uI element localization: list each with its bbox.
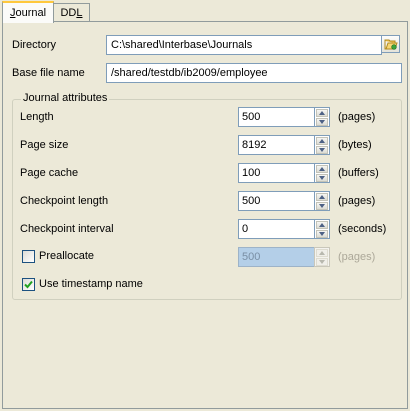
checkpoint-interval-spinner: 0 xyxy=(238,219,330,239)
directory-field[interactable]: C:\shared\Interbase\Journals xyxy=(106,35,382,55)
tab-ddl-label: DDL xyxy=(60,7,83,19)
page-size-label: Page size xyxy=(20,139,69,151)
page-cache-spin-buttons xyxy=(314,163,330,183)
spin-up-button[interactable] xyxy=(316,221,328,229)
arrow-up-icon xyxy=(319,251,325,255)
arrow-down-icon xyxy=(319,260,325,264)
page-size-input[interactable]: 8192 xyxy=(238,135,314,155)
spin-up-button[interactable] xyxy=(316,193,328,201)
arrow-up-icon xyxy=(319,139,325,143)
page-cache-input[interactable]: 100 xyxy=(238,163,314,183)
checkpoint-interval-unit: (seconds) xyxy=(338,223,387,235)
browse-directory-button[interactable] xyxy=(381,35,400,53)
tab-journal[interactable]: Journal xyxy=(2,1,54,23)
spin-down-button[interactable] xyxy=(316,202,328,210)
preallocate-unit: (pages) xyxy=(338,251,376,263)
spin-up-button[interactable] xyxy=(316,109,328,117)
length-unit: (pages) xyxy=(338,111,376,123)
checkpoint-interval-spin-buttons xyxy=(314,219,330,239)
checkmark-icon xyxy=(24,280,33,289)
base-file-name-label: Base file name xyxy=(12,67,85,79)
spin-up-button[interactable] xyxy=(316,137,328,145)
page-size-spin-buttons xyxy=(314,135,330,155)
arrow-down-icon xyxy=(319,148,325,152)
use-timestamp-name-label: Use timestamp name xyxy=(39,278,143,290)
use-timestamp-name-checkbox[interactable] xyxy=(22,278,35,291)
arrow-up-icon xyxy=(319,167,325,171)
checkpoint-interval-input[interactable]: 0 xyxy=(238,219,314,239)
preallocate-spin-buttons xyxy=(314,247,330,267)
checkpoint-length-input[interactable]: 500 xyxy=(238,191,314,211)
checkpoint-length-label: Checkpoint length xyxy=(20,195,109,207)
preallocate-checkbox[interactable] xyxy=(22,250,35,263)
arrow-up-icon xyxy=(319,111,325,115)
checkpoint-interval-label: Checkpoint interval xyxy=(20,223,114,235)
spin-up-button[interactable] xyxy=(316,165,328,173)
tab-bar: Journal DDL xyxy=(0,0,410,23)
page-size-spinner: 8192 xyxy=(238,135,330,155)
preallocate-label: Preallocate xyxy=(39,250,95,262)
length-spinner: 500 xyxy=(238,107,330,127)
spin-down-button[interactable] xyxy=(316,174,328,182)
spin-down-button xyxy=(316,258,328,266)
length-label: Length xyxy=(20,111,54,123)
arrow-down-icon xyxy=(319,232,325,236)
preallocate-spinner: 500 xyxy=(238,247,330,267)
page-cache-spinner: 100 xyxy=(238,163,330,183)
tab-ddl[interactable]: DDL xyxy=(53,3,90,22)
folder-open-icon xyxy=(384,39,398,50)
checkpoint-length-spinner: 500 xyxy=(238,191,330,211)
arrow-up-icon xyxy=(319,195,325,199)
page-size-unit: (bytes) xyxy=(338,139,372,151)
base-file-name-field[interactable]: /shared/testdb/ib2009/employee xyxy=(106,63,402,83)
arrow-up-icon xyxy=(319,223,325,227)
spin-down-button[interactable] xyxy=(316,146,328,154)
page-cache-label: Page cache xyxy=(20,167,79,179)
spin-down-button[interactable] xyxy=(316,230,328,238)
arrow-down-icon xyxy=(319,204,325,208)
length-input[interactable]: 500 xyxy=(238,107,314,127)
preallocate-input: 500 xyxy=(238,247,314,267)
page-cache-unit: (buffers) xyxy=(338,167,379,179)
checkpoint-length-unit: (pages) xyxy=(338,195,376,207)
arrow-down-icon xyxy=(319,120,325,124)
arrow-down-icon xyxy=(319,176,325,180)
journal-attributes-title: Journal attributes xyxy=(21,92,110,105)
length-spin-buttons xyxy=(314,107,330,127)
checkpoint-length-spin-buttons xyxy=(314,191,330,211)
directory-label: Directory xyxy=(12,39,57,51)
spin-up-button xyxy=(316,249,328,257)
spin-down-button[interactable] xyxy=(316,118,328,126)
tab-journal-label: Journal xyxy=(9,7,47,19)
